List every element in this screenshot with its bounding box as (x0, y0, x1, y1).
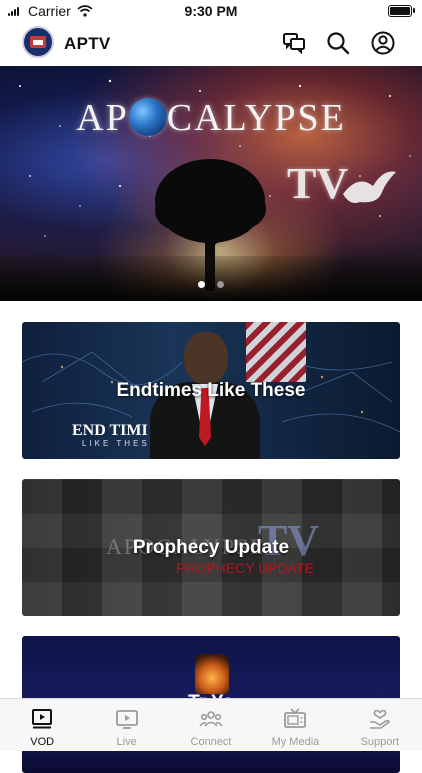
tab-label: Support (360, 736, 400, 748)
battery-icon (388, 5, 415, 17)
globe-icon (128, 98, 167, 136)
card-title: Endtimes Like These (116, 379, 306, 401)
search-icon[interactable] (325, 30, 351, 56)
carousel-dots (0, 275, 422, 293)
account-icon[interactable] (370, 30, 396, 56)
tab-label: VOD (30, 736, 55, 748)
hero-banner[interactable]: AP CALYPSE TV (0, 66, 422, 301)
media-icon (284, 708, 307, 728)
lamp-graphic (195, 654, 229, 694)
tab-label: My Media (271, 736, 320, 748)
status-bar: Carrier 9:30 PM (0, 0, 422, 22)
tab-vod[interactable]: VOD (0, 699, 84, 751)
app-title: APTV (64, 34, 111, 53)
tab-live[interactable]: Live (84, 699, 168, 751)
carousel-dot-active[interactable] (197, 281, 205, 288)
tab-support[interactable]: Support (338, 699, 422, 751)
tab-my-media[interactable]: My Media (253, 699, 337, 751)
people-icon (199, 711, 223, 727)
chat-icon[interactable] (281, 30, 307, 56)
app-logo (22, 26, 54, 58)
card-title: Prophecy Update (132, 536, 290, 558)
carousel-dot[interactable] (217, 281, 225, 288)
hero-title: AP CALYPSE (76, 97, 346, 139)
bottom-tab-bar: VOD Live Connect My Media Support (0, 698, 422, 751)
app-header: APTV (0, 24, 422, 64)
tab-connect[interactable]: Connect (169, 699, 253, 751)
video-card-endtimes[interactable]: END TIMI LIKE THES Endtimes Like These (22, 322, 400, 459)
video-card-prophecy[interactable]: APOCALYPSE TV PROPHECY UPDATE Prophecy U… (22, 479, 400, 616)
support-icon (369, 709, 390, 729)
vod-icon (32, 709, 53, 729)
dove-icon (343, 171, 396, 203)
tab-label: Connect (190, 736, 232, 748)
tab-label: Live (116, 736, 137, 748)
status-time: 9:30 PM (184, 3, 238, 19)
live-tv-icon (115, 710, 138, 729)
